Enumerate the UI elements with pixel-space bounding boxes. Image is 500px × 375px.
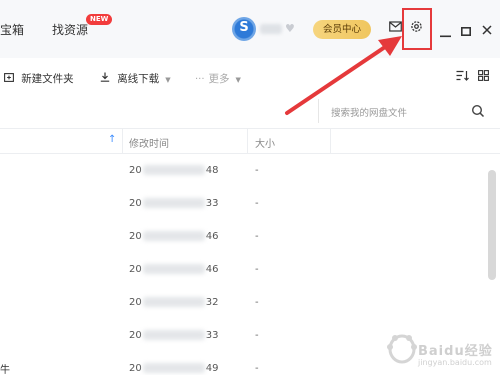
column-divider[interactable] xyxy=(247,129,248,154)
heart-icon: ♥ xyxy=(285,22,295,35)
sort-icon[interactable] xyxy=(456,70,469,84)
grid-view-icon[interactable] xyxy=(478,70,489,84)
download-icon xyxy=(100,72,113,85)
modified-time: 20 33 xyxy=(129,198,219,209)
avatar[interactable]: S xyxy=(232,17,256,41)
table-row[interactable]: 20 32 - xyxy=(0,287,488,319)
folder-plus-icon xyxy=(4,73,17,85)
more-dots-icon: ··· xyxy=(195,74,205,85)
scrollbar[interactable] xyxy=(488,170,496,280)
search-box[interactable]: 搜索我的网盘文件 xyxy=(318,99,498,123)
file-size: - xyxy=(255,198,259,209)
modified-time: 20 46 xyxy=(129,231,219,242)
table-row[interactable]: 20 46 - xyxy=(0,254,488,286)
new-badge: NEW xyxy=(86,14,113,25)
chevron-down-icon: ▼ xyxy=(235,76,241,84)
more-button[interactable]: ··· 更多 ▼ xyxy=(195,71,241,86)
highlight-box xyxy=(402,8,432,50)
close-icon[interactable] xyxy=(482,23,492,39)
table-row[interactable]: 20 33 - xyxy=(0,188,488,220)
vip-center-button[interactable]: 会员中心 xyxy=(313,20,371,39)
watermark-text: Baidu经验 xyxy=(418,344,493,359)
modified-time: 20 49 xyxy=(129,363,219,374)
file-size: - xyxy=(255,231,259,242)
column-header-modified-time[interactable]: 修改时间 xyxy=(129,135,169,150)
new-folder-button[interactable]: 新建文件夹 xyxy=(4,71,74,86)
modified-time: 20 48 xyxy=(129,165,219,176)
table-row[interactable]: 20 48 - xyxy=(0,155,488,187)
file-size: - xyxy=(255,330,259,341)
nav-item-treasure-box[interactable]: 宝箱 xyxy=(0,21,24,38)
more-label: 更多 xyxy=(208,73,230,85)
watermark-url: jingyan.baidu.com xyxy=(418,358,492,367)
search-input[interactable]: 搜索我的网盘文件 xyxy=(331,105,407,119)
modified-time: 20 46 xyxy=(129,264,219,275)
offline-download-button[interactable]: 离线下载 ▼ xyxy=(100,71,171,86)
mail-icon[interactable] xyxy=(389,20,402,36)
offline-download-label: 离线下载 xyxy=(117,73,160,85)
file-size: - xyxy=(255,264,259,275)
column-divider[interactable] xyxy=(330,129,331,154)
sort-asc-icon[interactable]: ↑ xyxy=(108,134,116,145)
maximize-icon[interactable] xyxy=(461,24,471,40)
column-divider[interactable] xyxy=(122,129,123,154)
new-folder-label: 新建文件夹 xyxy=(21,73,74,85)
table-row[interactable]: 20 46 - xyxy=(0,221,488,253)
table-header: ↑ 修改时间 大小 xyxy=(0,128,500,154)
modified-time: 20 32 xyxy=(129,297,219,308)
avatar-letter: S xyxy=(239,20,249,35)
search-icon[interactable] xyxy=(471,103,485,118)
minimize-icon[interactable] xyxy=(440,26,451,42)
nav-item-find-resources[interactable]: 找资源 xyxy=(52,21,88,38)
file-size: - xyxy=(255,165,259,176)
chevron-down-icon: ▼ xyxy=(165,76,171,84)
file-size: - xyxy=(255,363,259,374)
username-blurred[interactable] xyxy=(260,24,282,34)
file-name: 牛 xyxy=(0,365,10,375)
column-header-size[interactable]: 大小 xyxy=(255,135,275,150)
file-size: - xyxy=(255,297,259,308)
toolbar: 新建文件夹 离线下载 ▼ ··· 更多 ▼ xyxy=(0,58,500,96)
modified-time: 20 33 xyxy=(129,330,219,341)
